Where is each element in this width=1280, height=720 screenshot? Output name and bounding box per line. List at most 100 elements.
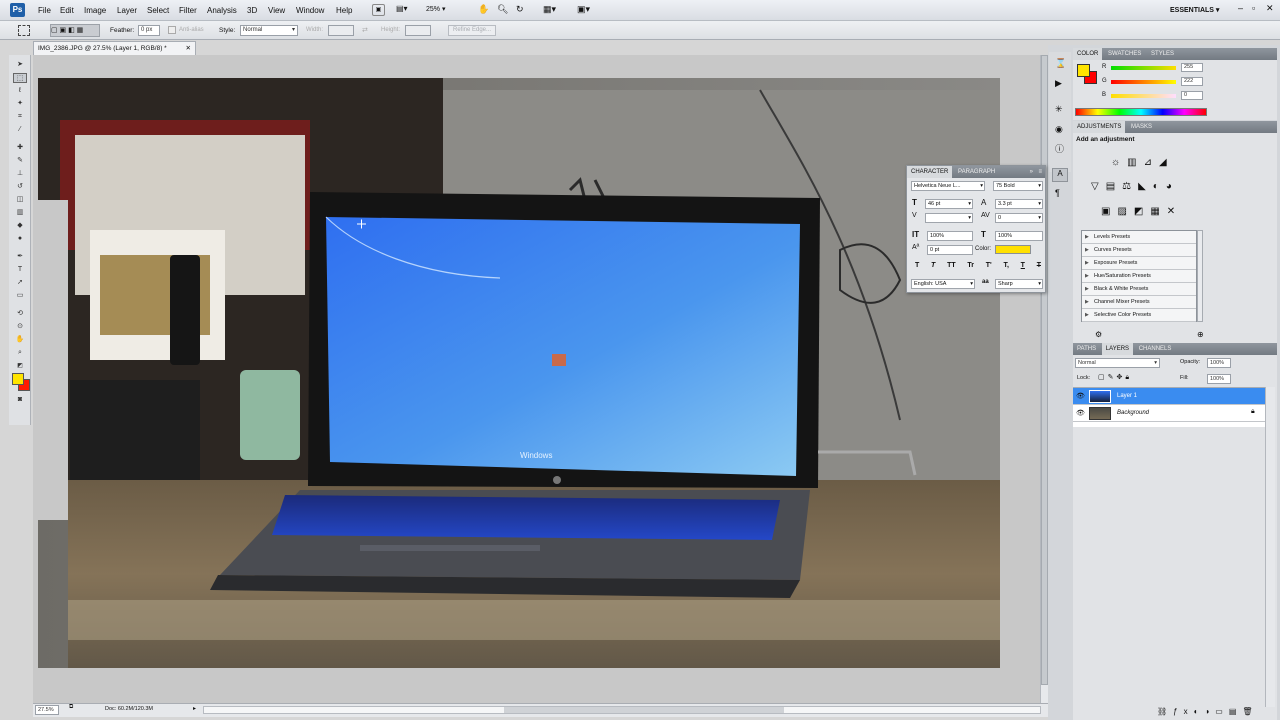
superscript-button[interactable]: T' [986, 262, 992, 269]
magic-wand-icon[interactable]: ✦ [13, 99, 27, 109]
subscript-button[interactable]: T, [1003, 262, 1008, 269]
tab-adjustments[interactable]: ADJUSTMENTS [1073, 121, 1126, 133]
quick-mask-icon[interactable]: ◙ [13, 395, 27, 405]
horizontal-scrollbar[interactable] [203, 706, 1041, 714]
layers-scrollbar[interactable] [1265, 387, 1275, 707]
scroll-thumb[interactable] [1041, 55, 1048, 685]
opacity-input[interactable]: 100% [1207, 358, 1231, 368]
dodge-tool-icon[interactable]: ● [13, 234, 27, 244]
tab-paths[interactable]: PATHS [1073, 343, 1100, 355]
vertical-scrollbar[interactable] [1040, 55, 1048, 703]
tab-swatches[interactable]: SWATCHES [1104, 48, 1145, 60]
refine-edge-button[interactable]: Refine Edge... [448, 25, 497, 36]
menu-3d[interactable]: 3D [247, 6, 257, 15]
strikethrough-button[interactable]: T [1037, 262, 1041, 269]
screen-mode-icon[interactable]: ▣▾ [577, 4, 590, 15]
menu-window[interactable]: Window [296, 6, 324, 15]
close-icon[interactable]: ✕ [1266, 3, 1274, 14]
menu-help[interactable]: Help [336, 6, 352, 15]
document-tab[interactable]: IMG_2386.JPG @ 27.5% (Layer 1, RGB/8) * … [33, 41, 196, 55]
preset-curves[interactable]: Curves Presets [1082, 244, 1196, 257]
preset-scrollbar[interactable] [1197, 230, 1203, 322]
kerning-input[interactable]: ▾ [925, 213, 973, 223]
tracking-input[interactable]: 0 ▾ [995, 213, 1043, 223]
tab-paragraph[interactable]: PARAGRAPH [954, 166, 999, 178]
layer-name[interactable]: Layer 1 [1117, 393, 1137, 399]
marquee-tool-icon[interactable]: ⬚ [13, 73, 27, 83]
eraser-icon[interactable]: ◫ [13, 195, 27, 205]
visibility-eye-icon[interactable]: 👁︎ [1076, 392, 1085, 400]
type-tool-icon[interactable]: T [13, 265, 27, 275]
horizontal-scroll-thumb[interactable] [504, 707, 784, 713]
menu-filter[interactable]: Filter [179, 6, 197, 15]
preset-exposure[interactable]: Exposure Presets [1082, 257, 1196, 270]
history-panel-icon[interactable]: ⌛ [1055, 58, 1066, 69]
style-select[interactable]: Normal ▾ [240, 25, 298, 36]
zoom-tool-icon[interactable]: ⌕ [13, 348, 27, 358]
layer-row-background[interactable]: 👁︎ Background 🔒︎ [1073, 405, 1265, 422]
crop-tool-icon[interactable]: ⌗ [13, 112, 27, 122]
r-value[interactable]: 255 [1181, 63, 1203, 72]
adjustment-icons-row-3[interactable]: ▣▨◩▦✕ [1101, 206, 1182, 217]
brush-tool-icon[interactable]: ✎ [13, 156, 27, 166]
height-input[interactable] [405, 25, 431, 36]
hand-tool-icon[interactable]: ✋ [478, 4, 489, 15]
r-slider[interactable] [1111, 66, 1176, 70]
text-color-swatch[interactable] [995, 245, 1031, 254]
preset-selective-color[interactable]: Selective Color Presets [1082, 309, 1196, 322]
lasso-tool-icon[interactable]: ℓ [13, 86, 27, 96]
tab-layers[interactable]: LAYERS [1101, 343, 1134, 355]
gradient-tool-icon[interactable]: ▥ [13, 208, 27, 218]
baseline-shift-input[interactable]: 0 pt [927, 245, 973, 255]
canvas-area[interactable]: Windows [33, 55, 1040, 703]
marquee-preset-icon[interactable] [18, 25, 30, 36]
layer-row-layer-1[interactable]: 👁︎ Layer 1 [1073, 388, 1265, 405]
panel-menu-icon[interactable]: ≡ [1038, 166, 1042, 178]
font-style-select[interactable]: 75 Bold ▾ [993, 181, 1043, 191]
foreground-color-swatch[interactable] [12, 373, 24, 385]
clip-layer-icon[interactable]: ⊕ [1197, 330, 1204, 339]
rotate-view-icon[interactable]: ↻ [516, 4, 524, 15]
hand-tool-icon[interactable]: ✋ [13, 335, 27, 345]
zoom-dropdown[interactable]: 25% ▾ [426, 4, 462, 16]
tab-channels[interactable]: CHANNELS [1135, 343, 1176, 355]
small-caps-button[interactable]: Tr [967, 262, 974, 269]
tab-character[interactable]: CHARACTER [907, 166, 953, 178]
move-tool-icon[interactable]: ➤ [13, 60, 27, 70]
swap-icon[interactable]: ⇄ [362, 26, 368, 34]
fill-input[interactable]: 100% [1207, 374, 1231, 384]
horizontal-scale-input[interactable]: 100% [995, 231, 1043, 241]
b-slider[interactable] [1111, 94, 1176, 98]
paragraph-panel-icon[interactable]: ¶ [1055, 188, 1060, 198]
adjustment-options-icon[interactable]: ⚙ [1095, 330, 1102, 339]
menu-select[interactable]: Select [147, 6, 169, 15]
b-value[interactable]: 0 [1181, 91, 1203, 100]
tab-styles[interactable]: STYLES [1147, 48, 1178, 60]
font-size-input[interactable]: 46 pt ▾ [925, 199, 973, 209]
adjustment-icons-row-1[interactable]: ☼▥⊿◢ [1111, 157, 1174, 168]
blur-tool-icon[interactable]: ◆ [13, 221, 27, 231]
antialias-checkbox[interactable] [168, 26, 176, 34]
tab-masks[interactable]: MASKS [1127, 121, 1156, 133]
underline-button[interactable]: T [1021, 262, 1025, 269]
pen-tool-icon[interactable]: ✒ [13, 252, 27, 262]
language-select[interactable]: English: USA ▾ [911, 279, 975, 289]
history-brush-icon[interactable]: ↺ [13, 182, 27, 192]
character-panel-icon[interactable]: A [1052, 168, 1068, 182]
g-value[interactable]: 222 [1181, 77, 1203, 86]
zoom-level-field[interactable]: 27.5% [35, 705, 59, 715]
workspace-switcher[interactable]: ESSENTIALS ▾ [1170, 6, 1219, 14]
color-foreground-swatch[interactable] [1077, 64, 1090, 77]
antialias-select[interactable]: Sharp ▾ [995, 279, 1043, 289]
faux-italic-button[interactable]: T [931, 262, 935, 269]
shape-tool-icon[interactable]: ▭ [13, 291, 27, 301]
menu-layer[interactable]: Layer [117, 6, 137, 15]
clone-stamp-icon[interactable]: ⊥ [13, 169, 27, 179]
restore-icon[interactable]: ▫ [1252, 3, 1255, 13]
preset-levels[interactable]: Levels Presets [1082, 231, 1196, 244]
3d-rotate-icon[interactable]: ⟲ [13, 309, 27, 319]
blend-mode-select[interactable]: Normal ▾ [1075, 358, 1160, 368]
brushes-panel-icon[interactable]: ✳ [1055, 104, 1063, 115]
preset-black-white[interactable]: Black & White Presets [1082, 283, 1196, 296]
feather-input[interactable]: 0 px [138, 25, 160, 36]
